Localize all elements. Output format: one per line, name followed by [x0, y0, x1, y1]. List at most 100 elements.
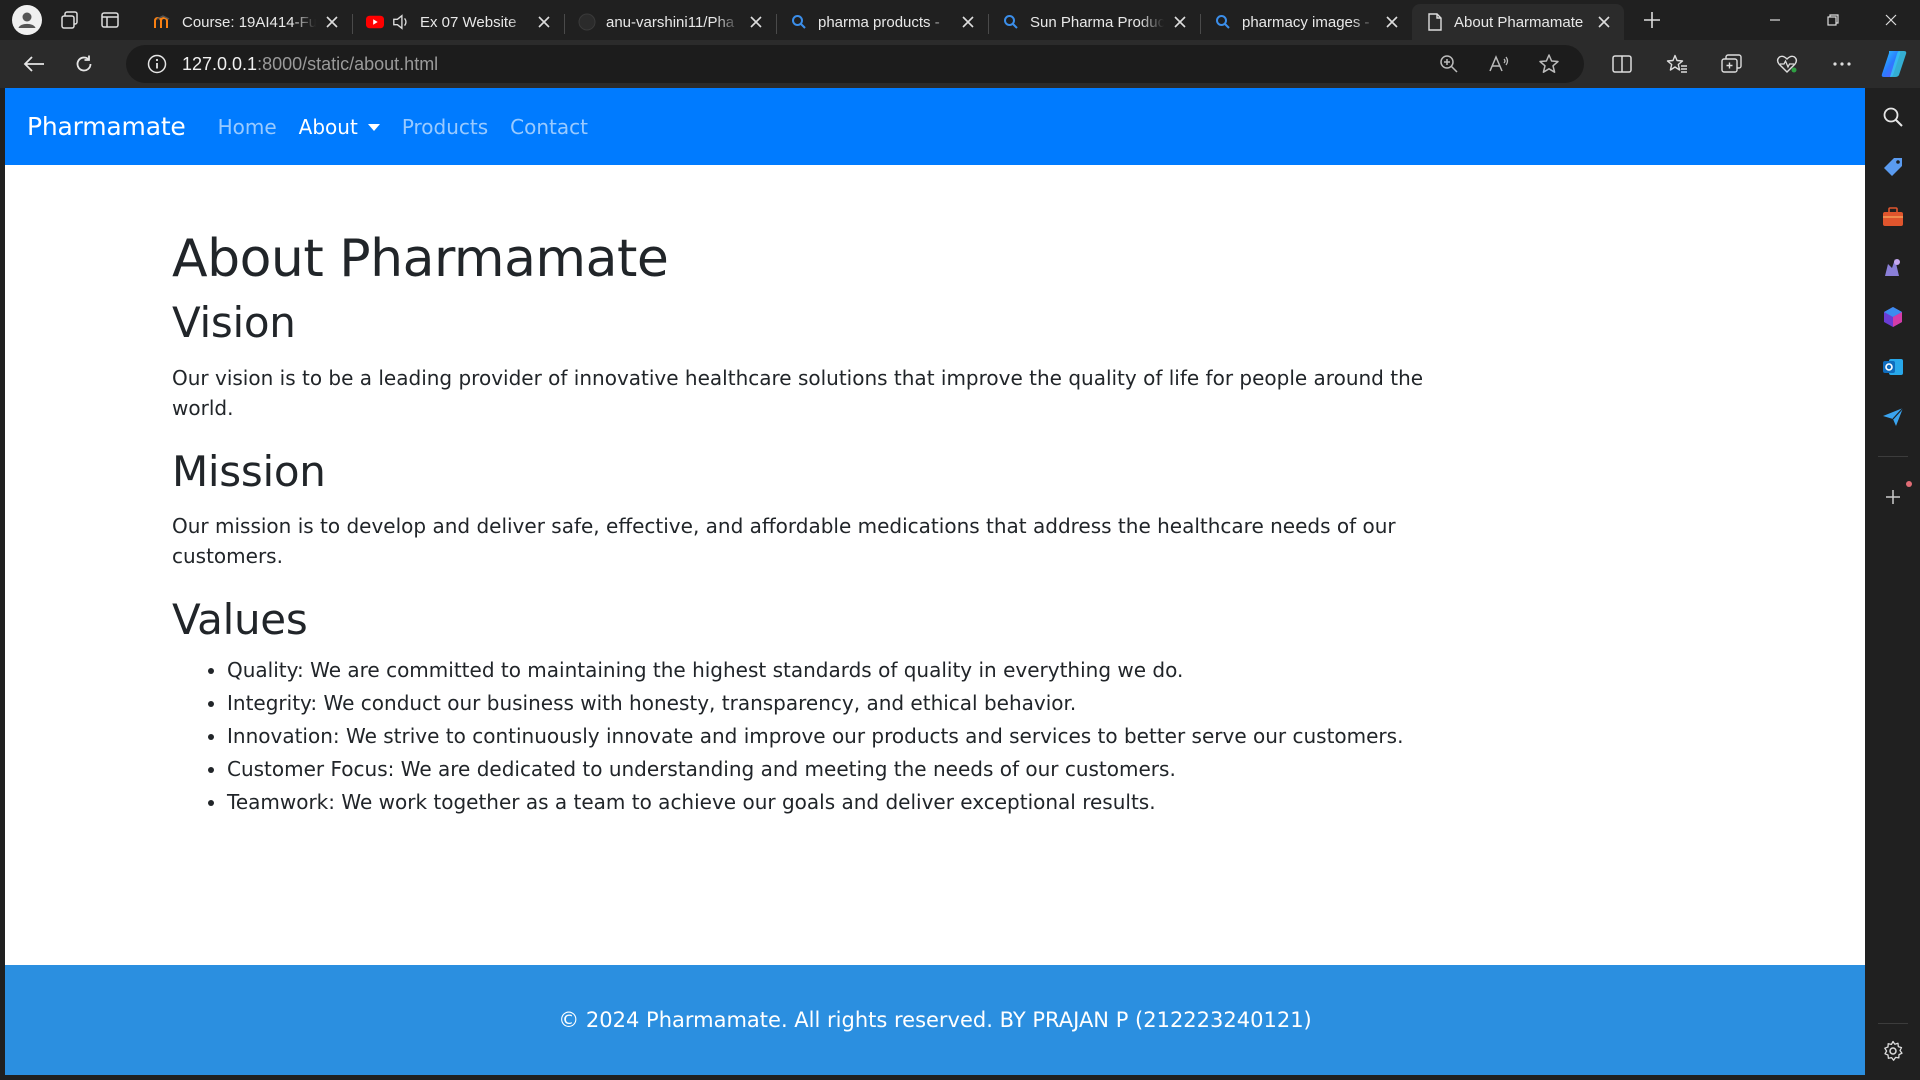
close-tab-icon[interactable]: [534, 12, 554, 32]
close-tab-icon[interactable]: [746, 12, 766, 32]
sidebar-search-icon[interactable]: [1880, 104, 1906, 130]
mission-text: Our mission is to develop and deliver sa…: [172, 514, 1396, 569]
restore-icon: [1827, 14, 1839, 26]
site-navbar: Pharmamate Home About Products Contact: [5, 88, 1865, 165]
speaker-icon[interactable]: [392, 13, 410, 31]
heart-pulse-icon: [1776, 55, 1797, 73]
vertical-tabs-button[interactable]: [90, 0, 130, 40]
nav-home[interactable]: Home: [218, 115, 277, 139]
sidebar-settings-icon[interactable]: [1880, 1038, 1906, 1064]
add-sidebar-app-icon[interactable]: [1880, 484, 1906, 510]
favorites-button[interactable]: [1649, 49, 1704, 79]
mission-heading: Mission: [172, 446, 326, 496]
bing-search-icon: [790, 13, 808, 31]
plus-icon: [1644, 12, 1660, 28]
url-text[interactable]: 127.0.0.1:8000/static/about.html: [182, 54, 438, 75]
new-tab-button[interactable]: [1632, 0, 1672, 40]
tab-title: anu-varshini11/Pha: [606, 13, 735, 31]
send-icon[interactable]: [1880, 404, 1906, 430]
browser-tab[interactable]: Sun Pharma Produc: [988, 6, 1200, 38]
address-bar-icons: [1424, 49, 1574, 79]
tab-title: pharma products -: [818, 13, 940, 31]
close-window-button[interactable]: [1862, 0, 1920, 40]
tab-title: Sun Pharma Produc: [1030, 13, 1164, 31]
moodle-icon: [154, 13, 172, 31]
sidebar-divider: [1878, 456, 1908, 457]
settings-more-button[interactable]: [1814, 49, 1869, 79]
minimize-button[interactable]: [1746, 0, 1804, 40]
address-bar[interactable]: 127.0.0.1:8000/static/about.html: [126, 45, 1584, 83]
close-tab-icon[interactable]: [1382, 12, 1402, 32]
refresh-icon: [76, 55, 92, 72]
vision-heading: Vision: [172, 298, 296, 348]
nav-about-dropdown[interactable]: About: [299, 115, 380, 139]
split-screen-icon: [1611, 55, 1632, 73]
workspaces-icon: [61, 11, 78, 29]
tab-strip: Course: 19AI414-Fu Ex 07 Website anu-var…: [0, 0, 1920, 40]
value-item: Teamwork: We work together as a team to …: [227, 786, 1472, 819]
value-item: Quality: We are committed to maintaining…: [227, 654, 1472, 687]
close-tab-icon[interactable]: [958, 12, 978, 32]
collections-icon: [1720, 54, 1742, 73]
microsoft-365-icon[interactable]: [1880, 304, 1906, 330]
outlook-icon[interactable]: [1880, 354, 1906, 380]
favorites-icon: [1666, 54, 1687, 73]
youtube-icon: [366, 13, 384, 31]
refresh-button[interactable]: [64, 44, 104, 84]
tab-title: pharmacy images -: [1242, 13, 1370, 31]
url-host: 127.0.0.1: [182, 53, 258, 74]
url-path: :8000/static/about.html: [257, 53, 439, 74]
close-tab-icon[interactable]: [1170, 12, 1190, 32]
read-aloud-button[interactable]: [1474, 49, 1524, 79]
window-controls: [1746, 0, 1920, 40]
edge-sidebar: [1866, 88, 1920, 1080]
zoom-button[interactable]: [1424, 49, 1474, 79]
value-item: Innovation: We strive to continuously in…: [227, 720, 1472, 753]
vertical-tabs-icon: [101, 12, 119, 28]
navbar-brand[interactable]: Pharmamate: [27, 112, 186, 141]
nav-about-label: About: [298, 114, 358, 139]
page-title: About Pharmamate: [172, 229, 669, 289]
tab-title: Ex 07 Website: [420, 13, 517, 31]
browser-tab[interactable]: Course: 19AI414-Fu: [140, 6, 352, 38]
bing-search-icon: [1002, 13, 1020, 31]
tab-title: About Pharmamate: [1454, 13, 1584, 31]
close-tab-icon[interactable]: [322, 12, 342, 32]
browser-tab-active[interactable]: About Pharmamate: [1412, 4, 1624, 40]
browser-essentials-button[interactable]: [1759, 49, 1814, 79]
profile-icon: [18, 12, 36, 28]
close-tab-icon[interactable]: [1594, 12, 1614, 32]
shopping-tag-icon[interactable]: [1880, 154, 1906, 180]
copilot-button[interactable]: [1878, 48, 1910, 80]
site-info-icon[interactable]: [146, 53, 168, 75]
workspaces-button[interactable]: [50, 0, 90, 40]
tools-briefcase-icon[interactable]: [1880, 204, 1906, 230]
github-icon: [578, 13, 596, 31]
restore-button[interactable]: [1804, 0, 1862, 40]
favorite-button[interactable]: [1524, 49, 1574, 79]
browser-tab[interactable]: pharmacy images -: [1200, 6, 1412, 38]
games-icon[interactable]: [1880, 254, 1906, 280]
bing-search-icon: [1214, 13, 1232, 31]
browser-tab[interactable]: anu-varshini11/Pha: [564, 6, 776, 38]
collections-button[interactable]: [1704, 49, 1759, 79]
minimize-icon: [1770, 19, 1780, 21]
toolbar-icons: [1594, 49, 1869, 79]
about-content: About Pharmamate Vision Our vision is to…: [172, 228, 1472, 819]
browser-tab[interactable]: pharma products -: [776, 6, 988, 38]
split-screen-button[interactable]: [1594, 49, 1649, 79]
nav-contact[interactable]: Contact: [510, 115, 588, 139]
back-arrow-icon: [23, 56, 44, 72]
nav-products[interactable]: Products: [402, 115, 488, 139]
values-heading: Values: [172, 595, 308, 645]
tab-title: Course: 19AI414-Fu: [182, 13, 316, 31]
browser-tab[interactable]: Ex 07 Website: [352, 6, 564, 38]
caret-down-icon: [367, 124, 380, 131]
footer-text: © 2024 Pharmamate. All rights reserved. …: [558, 1008, 1312, 1032]
star-icon: [1539, 54, 1559, 73]
more-icon: [1832, 62, 1851, 66]
profile-avatar[interactable]: [12, 5, 42, 35]
site-footer: © 2024 Pharmamate. All rights reserved. …: [5, 965, 1865, 1075]
value-item: Integrity: We conduct our business with …: [227, 687, 1472, 720]
back-button[interactable]: [14, 44, 54, 84]
